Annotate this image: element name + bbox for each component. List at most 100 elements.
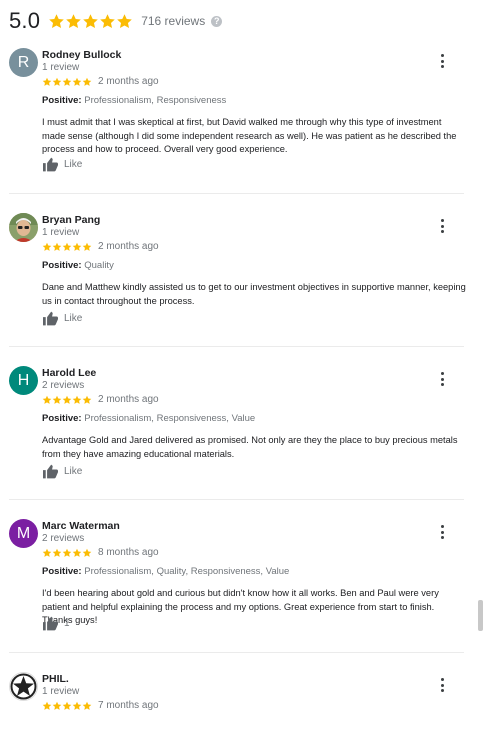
reviewer-review-count: 2 reviews <box>42 533 85 544</box>
review-item: H Harold Lee 2 reviews 2 months ago Posi… <box>0 366 470 496</box>
average-score: 5.0 <box>9 8 41 33</box>
positive-label: Positive: <box>42 566 82 577</box>
star-icon <box>82 242 92 252</box>
review-rating: 2 months ago <box>42 76 159 87</box>
like-button[interactable]: Like <box>42 157 82 172</box>
divider <box>9 499 464 500</box>
star-icon <box>82 13 99 30</box>
star-icon <box>52 242 62 252</box>
star-icon <box>48 13 65 30</box>
star-icon <box>62 242 72 252</box>
star-icon <box>62 77 72 87</box>
star-icon <box>65 13 82 30</box>
star-icon <box>52 548 62 558</box>
star-icon <box>42 395 52 405</box>
positive-label: Positive: <box>42 413 82 424</box>
review-item: M Marc Waterman 2 reviews 8 months ago P… <box>0 519 470 649</box>
positive-attributes: Positive: Professionalism, Responsivenes… <box>42 413 255 424</box>
review-rating: 7 months ago <box>42 700 159 711</box>
reviewer-name[interactable]: Rodney Bullock <box>42 49 121 61</box>
star-icon <box>99 13 116 30</box>
star-icon <box>52 701 62 711</box>
review-text: I must admit that I was skeptical at fir… <box>42 117 457 154</box>
reviewer-name[interactable]: Bryan Pang <box>42 214 100 226</box>
star-icon <box>72 77 82 87</box>
divider <box>9 652 464 653</box>
star-icon <box>42 77 52 87</box>
star-icon <box>42 242 52 252</box>
reviewer-name[interactable]: PHIL. <box>42 673 69 685</box>
avatar[interactable] <box>9 213 38 242</box>
star-icon <box>52 395 62 405</box>
reviewer-review-count: 1 review <box>42 686 80 697</box>
review-date: 2 months ago <box>98 394 159 405</box>
positive-label: Positive: <box>42 260 82 271</box>
avatar[interactable]: R <box>9 48 38 77</box>
like-label: Like <box>64 466 83 477</box>
reviewer-name[interactable]: Marc Waterman <box>42 520 120 532</box>
thumbs-up-icon <box>42 616 59 631</box>
like-button[interactable]: Like <box>42 464 82 479</box>
star-icon <box>82 548 92 558</box>
divider <box>9 346 464 347</box>
avatar[interactable]: H <box>9 366 38 395</box>
like-count: 1 <box>64 618 70 629</box>
positive-attributes: Positive: Professionalism, Responsivenes… <box>42 95 226 106</box>
help-icon[interactable]: ? <box>211 15 223 27</box>
thumbs-up-icon <box>42 464 59 479</box>
review-rating: 8 months ago <box>42 547 159 558</box>
star-icon <box>72 395 82 405</box>
review-count[interactable]: 716 reviews <box>141 14 205 28</box>
star-icon <box>42 701 52 711</box>
more-options-icon[interactable] <box>436 678 448 692</box>
like-label: Like <box>64 313 83 324</box>
review-item: Bryan Pang 1 review 2 months ago Positiv… <box>0 213 470 343</box>
positive-values: Professionalism, Responsiveness <box>84 95 227 106</box>
positive-values: Professionalism, Quality, Responsiveness… <box>84 566 290 577</box>
more-options-icon[interactable] <box>436 54 448 68</box>
review-item: R Rodney Bullock 1 review 2 months ago P… <box>0 48 470 188</box>
scrollbar-thumb[interactable] <box>478 600 483 631</box>
profile-photo <box>9 213 38 242</box>
thumbs-up-icon <box>42 311 59 326</box>
review-stars <box>42 395 92 405</box>
review-text: I'd been hearing about gold and curious … <box>42 588 439 625</box>
star-icon <box>52 77 62 87</box>
rating-summary: 5.0 716 reviews ? <box>9 6 223 36</box>
positive-attributes: Positive: Professionalism, Quality, Resp… <box>42 566 289 577</box>
more-options-icon[interactable] <box>436 525 448 539</box>
like-button[interactable]: 1 <box>42 616 70 631</box>
positive-label: Positive: <box>42 95 82 106</box>
reviewer-review-count: 1 review <box>42 62 80 73</box>
reviewer-name[interactable]: Harold Lee <box>42 367 96 379</box>
divider <box>9 193 464 194</box>
star-icon <box>62 548 72 558</box>
star-icon <box>82 701 92 711</box>
star-logo-icon <box>10 673 37 700</box>
star-icon <box>72 701 82 711</box>
positive-values: Professionalism, Responsiveness, Value <box>84 413 256 424</box>
review-date: 8 months ago <box>98 547 159 558</box>
review-date: 7 months ago <box>98 700 159 711</box>
like-button[interactable]: Like <box>42 311 82 326</box>
more-options-icon[interactable] <box>436 219 448 233</box>
star-icon <box>72 548 82 558</box>
thumbs-up-icon <box>42 157 59 172</box>
star-icon <box>82 77 92 87</box>
review-stars <box>42 242 92 252</box>
avatar[interactable] <box>9 672 38 701</box>
review-stars <box>42 77 92 87</box>
positive-values: Quality <box>84 260 114 271</box>
review-date: 2 months ago <box>98 241 159 252</box>
review-stars <box>42 548 92 558</box>
star-icon <box>62 395 72 405</box>
avatar[interactable]: M <box>9 519 38 548</box>
review-stars <box>42 701 92 711</box>
like-label: Like <box>64 159 83 170</box>
review-item: PHIL. 1 review 7 months ago <box>0 672 470 736</box>
star-icon <box>82 395 92 405</box>
review-date: 2 months ago <box>98 76 159 87</box>
summary-stars <box>48 13 133 30</box>
more-options-icon[interactable] <box>436 372 448 386</box>
star-icon <box>62 701 72 711</box>
